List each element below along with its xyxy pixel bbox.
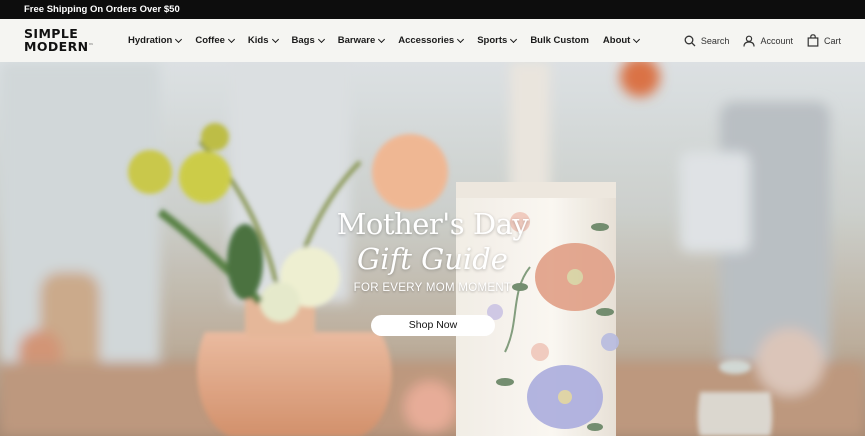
nav-label: Hydration <box>128 35 173 46</box>
nav-item-bags[interactable]: Bags <box>291 35 325 46</box>
promo-bar: Free Shipping On Orders Over $50 <box>0 0 865 19</box>
nav-label: Bulk Custom <box>530 35 589 46</box>
chevron-down-icon <box>378 35 386 43</box>
nav-label: Accessories <box>398 35 455 46</box>
hero-banner: Mother's Day Gift Guide FOR EVERY MOM MO… <box>0 62 865 436</box>
bag-icon <box>807 34 819 47</box>
nav-item-bulk-custom[interactable]: Bulk Custom <box>530 35 589 46</box>
main-header: SIMPLE MODERN™ Hydration Coffee Kids Bag… <box>0 19 865 63</box>
header-utilities: Search Account Cart <box>670 19 841 62</box>
nav-label: Barware <box>337 35 376 46</box>
nav-label: Coffee <box>195 35 225 46</box>
account-label: Account <box>760 35 793 46</box>
nav-item-kids[interactable]: Kids <box>247 35 279 46</box>
nav-item-coffee[interactable]: Coffee <box>195 35 235 46</box>
nav-item-sports[interactable]: Sports <box>477 35 518 46</box>
brand-logo[interactable]: SIMPLE MODERN™ <box>24 27 96 53</box>
nav-label: Sports <box>477 35 508 46</box>
chevron-down-icon <box>227 35 235 43</box>
nav-label: Kids <box>247 35 269 46</box>
hero-content: Mother's Day Gift Guide FOR EVERY MOM MO… <box>0 62 865 436</box>
chevron-down-icon <box>510 35 518 43</box>
shop-now-button[interactable]: Shop Now <box>371 315 495 336</box>
chevron-down-icon <box>633 35 641 43</box>
nav-item-hydration[interactable]: Hydration <box>128 35 183 46</box>
chevron-down-icon <box>175 35 183 43</box>
account-icon <box>743 35 756 47</box>
nav-label: Bags <box>291 35 315 46</box>
promo-text: Free Shipping On Orders Over $50 <box>24 4 180 15</box>
nav-item-accessories[interactable]: Accessories <box>398 35 465 46</box>
brand-line-2: MODERN <box>24 39 89 54</box>
search-icon <box>684 35 696 46</box>
chevron-down-icon <box>457 35 465 43</box>
chevron-down-icon <box>271 35 279 43</box>
cart-button[interactable]: Cart <box>807 34 841 47</box>
hero-title-line-2: Gift Guide <box>357 242 508 276</box>
chevron-down-icon <box>317 35 325 43</box>
account-button[interactable]: Account <box>743 35 793 47</box>
hero-title-line-1: Mother's Day <box>336 207 529 241</box>
nav-label: About <box>602 35 631 46</box>
nav-item-about[interactable]: About <box>602 35 641 46</box>
hero-subtitle: FOR EVERY MOM MOMENT <box>353 282 512 294</box>
search-button[interactable]: Search <box>684 35 730 47</box>
cart-label: Cart <box>823 35 841 46</box>
primary-nav: Hydration Coffee Kids Bags Barware Acces… <box>128 19 653 62</box>
nav-item-barware[interactable]: Barware <box>337 35 386 46</box>
search-label: Search <box>700 35 730 46</box>
